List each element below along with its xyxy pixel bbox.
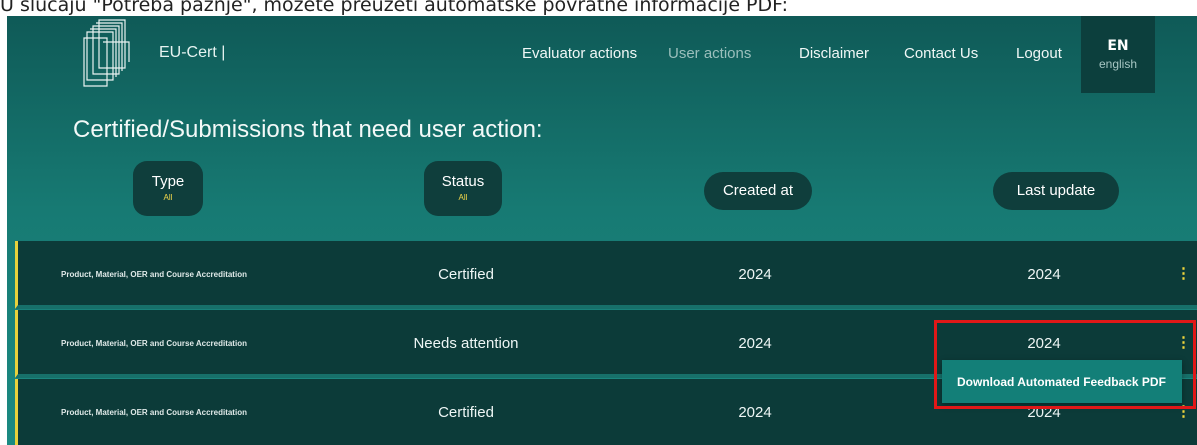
filter-status-value: All xyxy=(458,193,468,202)
row-created-at: 2024 xyxy=(738,335,772,352)
nav-evaluator-actions[interactable]: Evaluator actions xyxy=(522,45,637,62)
nav-contact-us[interactable]: Contact Us xyxy=(904,45,978,62)
nav-disclaimer[interactable]: Disclaimer xyxy=(799,45,869,62)
row-type: Product, Material, OER and Course Accred… xyxy=(61,408,247,417)
row-created-at: 2024 xyxy=(738,266,772,283)
download-feedback-pdf-menu-item[interactable]: Download Automated Feedback PDF xyxy=(942,360,1182,403)
sort-created-at-button[interactable]: Created at xyxy=(704,172,812,210)
filter-status-label: Status xyxy=(441,173,485,190)
row-menu-icon[interactable]: ⋮ xyxy=(1176,264,1191,282)
row-status: Certified xyxy=(438,266,494,283)
language-code: EN xyxy=(1107,38,1129,54)
row-type: Product, Material, OER and Course Accred… xyxy=(61,270,247,279)
row-menu-icon[interactable]: ⋮ xyxy=(1176,402,1191,420)
app-window: EU-Cert | Evaluator actions User actions… xyxy=(7,16,1197,445)
filter-type-label: Type xyxy=(151,173,185,190)
filter-type-value: All xyxy=(163,193,173,202)
top-nav: Evaluator actions User actions Disclaime… xyxy=(7,45,1197,67)
page-title: Certified/Submissions that need user act… xyxy=(73,116,543,143)
row-menu-icon[interactable]: ⋮ xyxy=(1176,333,1191,351)
row-status: Needs attention xyxy=(413,335,519,352)
sort-created-at-label: Created at xyxy=(722,182,794,199)
row-status: Certified xyxy=(438,404,494,421)
row-last-update: 2024 xyxy=(1027,404,1061,421)
sort-last-update-button[interactable]: Last update xyxy=(993,172,1119,210)
filter-type-button[interactable]: Type All xyxy=(133,161,203,216)
row-last-update: 2024 xyxy=(1027,335,1061,352)
sort-last-update-label: Last update xyxy=(1016,182,1096,199)
table-row[interactable]: Product, Material, OER and Course Accred… xyxy=(15,241,1197,309)
row-last-update: 2024 xyxy=(1027,266,1061,283)
nav-logout[interactable]: Logout xyxy=(1016,45,1062,62)
nav-user-actions[interactable]: User actions xyxy=(668,45,751,62)
filter-status-button[interactable]: Status All xyxy=(424,161,502,216)
row-type: Product, Material, OER and Course Accred… xyxy=(61,339,247,348)
row-created-at: 2024 xyxy=(738,404,772,421)
language-name: english xyxy=(1098,57,1138,71)
language-switcher[interactable]: EN english xyxy=(1081,16,1155,93)
instruction-caption: U slučaju "Potreba pažnje", možete preuz… xyxy=(0,0,788,16)
